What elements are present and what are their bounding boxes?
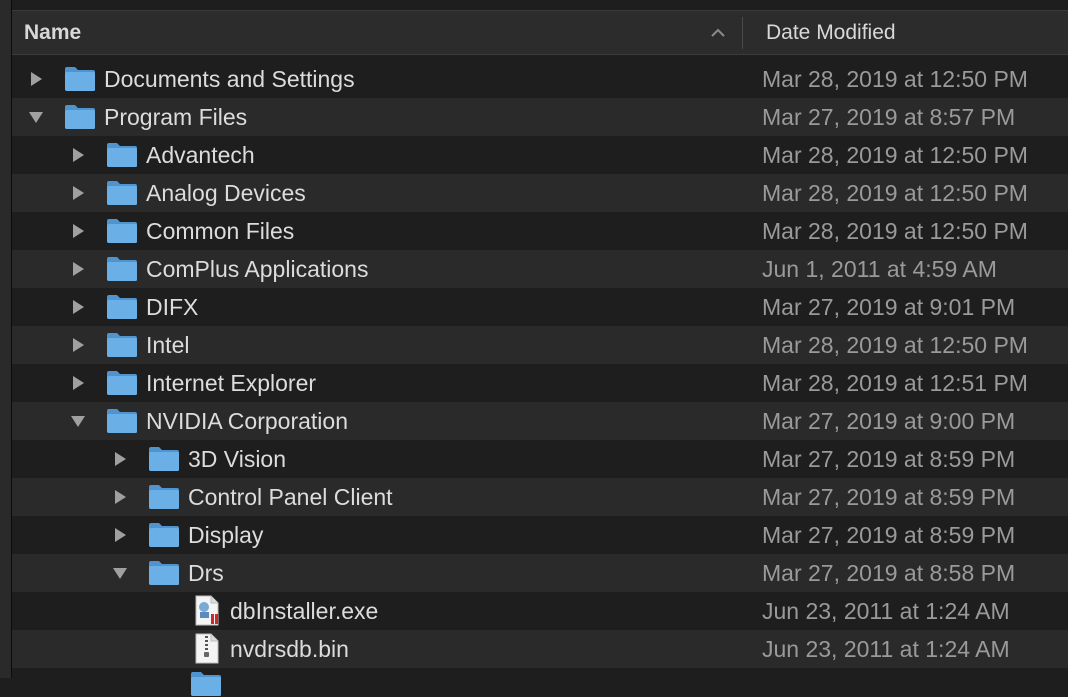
file-name: Internet Explorer (146, 370, 317, 396)
file-row[interactable]: Display Mar 27, 2019 at 8:59 PM (12, 516, 1068, 554)
disclosure-triangle-icon[interactable] (70, 261, 86, 277)
file-name: Advantech (146, 142, 255, 168)
disclosure-triangle-icon[interactable] (70, 375, 86, 391)
folder-icon (65, 105, 95, 129)
file-row[interactable]: Advantech Mar 28, 2019 at 12:50 PM (12, 136, 1068, 174)
folder-icon (149, 447, 179, 471)
file-name: Documents and Settings (104, 66, 355, 92)
file-row[interactable]: NVIDIA Corporation Mar 27, 2019 at 9:00 … (12, 402, 1068, 440)
date-modified: Jun 23, 2011 at 1:24 AM (762, 598, 1010, 624)
folder-icon (107, 181, 137, 205)
folder-icon (107, 409, 137, 433)
disclosure-triangle-icon[interactable] (28, 71, 44, 87)
date-modified: Mar 28, 2019 at 12:50 PM (762, 180, 1028, 206)
date-modified: Mar 27, 2019 at 8:59 PM (762, 446, 1016, 472)
file-name: Control Panel Client (188, 484, 393, 510)
disclosure-triangle-icon[interactable] (70, 337, 86, 353)
date-modified: Mar 27, 2019 at 9:01 PM (762, 294, 1016, 320)
folder-icon (149, 561, 179, 585)
column-header-bar: Name Date Modified (12, 10, 1068, 55)
folder-icon (107, 219, 137, 243)
folder-icon (191, 672, 221, 696)
file-list: Documents and Settings Mar 28, 2019 at 1… (12, 60, 1068, 696)
folder-icon (149, 523, 179, 547)
disclosure-triangle-icon[interactable] (70, 185, 86, 201)
file-row[interactable]: Intel Mar 28, 2019 at 12:50 PM (12, 326, 1068, 364)
file-name: dbInstaller.exe (230, 598, 379, 624)
date-modified: Mar 27, 2019 at 9:00 PM (762, 408, 1016, 434)
file-row[interactable]: Common Files Mar 28, 2019 at 12:50 PM (12, 212, 1068, 250)
file-name: Display (188, 522, 264, 548)
file-name: 3D Vision (188, 446, 287, 472)
executable-file-icon (195, 595, 219, 626)
date-modified-column-header[interactable]: Date Modified (766, 11, 896, 55)
file-name: DIFX (146, 294, 199, 320)
disclosure-triangle-icon[interactable] (112, 489, 128, 505)
file-name: Common Files (146, 218, 295, 244)
disclosure-triangle-icon[interactable] (112, 527, 128, 543)
disclosure-triangle-icon[interactable] (28, 109, 44, 125)
file-name: nvdrsdb.bin (230, 636, 349, 662)
file-row-partial[interactable] (12, 668, 1068, 696)
file-name: NVIDIA Corporation (146, 408, 348, 434)
folder-icon (107, 333, 137, 357)
date-modified: Mar 27, 2019 at 8:59 PM (762, 484, 1016, 510)
date-modified: Mar 28, 2019 at 12:50 PM (762, 218, 1028, 244)
disclosure-triangle-icon[interactable] (112, 565, 128, 581)
disclosure-triangle-icon[interactable] (70, 223, 86, 239)
disclosure-triangle-icon[interactable] (70, 299, 86, 315)
file-name: ComPlus Applications (146, 256, 369, 282)
date-modified: Jun 23, 2011 at 1:24 AM (762, 636, 1010, 662)
date-modified: Mar 27, 2019 at 8:58 PM (762, 560, 1016, 586)
chevron-up-icon[interactable] (709, 25, 727, 41)
disclosure-triangle-icon[interactable] (70, 413, 86, 429)
column-divider[interactable] (742, 17, 743, 49)
date-modified: Jun 1, 2011 at 4:59 AM (762, 256, 997, 282)
file-row[interactable]: Program Files Mar 27, 2019 at 8:57 PM (12, 98, 1068, 136)
date-modified: Mar 27, 2019 at 8:59 PM (762, 522, 1016, 548)
file-row[interactable]: Control Panel Client Mar 27, 2019 at 8:5… (12, 478, 1068, 516)
file-name: Drs (188, 560, 224, 586)
file-row[interactable]: Drs Mar 27, 2019 at 8:58 PM (12, 554, 1068, 592)
date-modified: Mar 28, 2019 at 12:50 PM (762, 66, 1028, 92)
file-row[interactable]: dbInstaller.exe Jun 23, 2011 at 1:24 AM (12, 592, 1068, 630)
file-row[interactable]: Internet Explorer Mar 28, 2019 at 12:51 … (12, 364, 1068, 402)
folder-icon (65, 67, 95, 91)
disclosure-triangle-icon[interactable] (70, 147, 86, 163)
disclosure-triangle-icon[interactable] (112, 451, 128, 467)
folder-icon (107, 295, 137, 319)
file-name: Program Files (104, 104, 248, 130)
window-top-edge (0, 0, 1068, 10)
file-row[interactable]: nvdrsdb.bin Jun 23, 2011 at 1:24 AM (12, 630, 1068, 668)
file-row[interactable]: Documents and Settings Mar 28, 2019 at 1… (12, 60, 1068, 98)
file-row[interactable]: 3D Vision Mar 27, 2019 at 8:59 PM (12, 440, 1068, 478)
folder-icon (107, 257, 137, 281)
file-row[interactable]: ComPlus Applications Jun 1, 2011 at 4:59… (12, 250, 1068, 288)
date-modified: Mar 27, 2019 at 8:57 PM (762, 104, 1016, 130)
folder-icon (107, 371, 137, 395)
folder-icon (107, 143, 137, 167)
file-row[interactable]: Analog Devices Mar 28, 2019 at 12:50 PM (12, 174, 1068, 212)
file-name: Analog Devices (146, 180, 306, 206)
date-modified: Mar 28, 2019 at 12:51 PM (762, 370, 1028, 396)
date-modified: Mar 28, 2019 at 12:50 PM (762, 142, 1028, 168)
name-column-header[interactable]: Name (24, 11, 81, 55)
date-modified: Mar 28, 2019 at 12:50 PM (762, 332, 1028, 358)
document-file-icon (195, 633, 219, 664)
file-row[interactable]: DIFX Mar 27, 2019 at 9:01 PM (12, 288, 1068, 326)
file-name: Intel (146, 332, 190, 358)
folder-icon (149, 485, 179, 509)
